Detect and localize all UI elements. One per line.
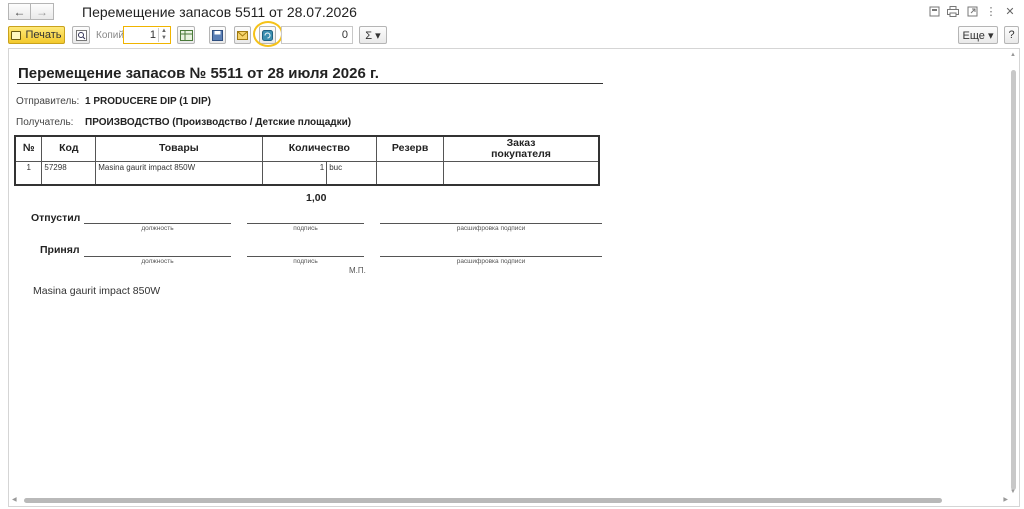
preview-button[interactable] xyxy=(72,26,90,44)
table-settings-button[interactable] xyxy=(177,26,195,44)
recipient-value: ПРОИЗВОДСТВО (Производство / Детские пло… xyxy=(85,117,352,128)
sum-field[interactable]: 0 xyxy=(281,26,353,44)
print-button-label: Печать xyxy=(25,29,62,41)
row-code: 57298 xyxy=(41,160,97,186)
more-vertical-icon[interactable]: ⋮ xyxy=(985,5,997,18)
sender-label: Отправитель: xyxy=(16,96,80,107)
toolbar: Печать Копий 1 ▲ ▼ 0 Σ ▾ Еще ▾ ? xyxy=(0,21,1024,47)
horizontal-scroll-thumb[interactable] xyxy=(24,498,942,503)
row-reserve xyxy=(376,160,444,186)
window-title: Перемещение запасов 5511 от 28.07.2026 xyxy=(82,4,357,20)
nav-group: ← → xyxy=(8,3,54,20)
arrow-left-icon: ← xyxy=(13,4,26,19)
received-decoding-caption: расшифровка подписи xyxy=(456,258,526,265)
sum-mode-button[interactable]: Σ ▾ xyxy=(359,26,387,44)
horizontal-scrollbar[interactable]: ◀ ▶ xyxy=(10,496,1010,505)
back-button[interactable]: ← xyxy=(8,3,31,20)
header-num: № xyxy=(14,135,43,162)
window-controls: ⋮ ✕ xyxy=(928,5,1016,18)
vertical-scroll-thumb[interactable] xyxy=(1011,70,1016,490)
document-viewer[interactable]: Перемещение запасов № 5511 от 28 июля 20… xyxy=(8,48,1020,507)
save-button[interactable] xyxy=(209,26,226,44)
row-customer-order xyxy=(443,160,600,186)
row-unit: buc xyxy=(326,161,376,184)
received-signature-line xyxy=(247,256,364,257)
calculator-icon[interactable] xyxy=(928,5,940,17)
scroll-up-icon[interactable]: ▲ xyxy=(1010,52,1016,58)
header-code: Код xyxy=(41,135,97,162)
header-reserve: Резерв xyxy=(376,135,444,162)
row-num: 1 xyxy=(14,160,43,186)
title-underline xyxy=(17,83,603,84)
highlight-ring xyxy=(253,21,283,47)
stamp-label: М.П. xyxy=(349,266,366,275)
envelope-icon xyxy=(237,30,248,40)
copies-value: 1 xyxy=(149,29,156,41)
floppy-icon xyxy=(212,29,223,41)
more-button[interactable]: Еще ▾ xyxy=(958,26,998,44)
row-quantity: 1 buc xyxy=(261,160,378,186)
released-decoding-caption: расшифровка подписи xyxy=(456,225,526,232)
recipient-label: Получатель: xyxy=(16,117,74,128)
header-quantity: Количество xyxy=(261,135,378,162)
received-position-line xyxy=(84,256,231,257)
table-row[interactable]: 1 57298 Masina gaurit impact 850W 1 buc xyxy=(14,160,600,186)
printer-icon xyxy=(11,30,22,40)
close-icon[interactable]: ✕ xyxy=(1004,5,1016,18)
received-decoding-line xyxy=(380,256,602,257)
link-icon[interactable] xyxy=(966,5,978,17)
header-customer-order: Заказ покупателя xyxy=(443,135,600,162)
released-decoding-line xyxy=(380,223,602,224)
copies-stepper[interactable]: ▲ ▼ xyxy=(158,28,169,42)
header-order-line2: покупателя xyxy=(491,147,551,160)
scroll-right-icon[interactable]: ▶ xyxy=(1003,496,1008,503)
quantity-total: 1,00 xyxy=(306,192,327,204)
help-button[interactable]: ? xyxy=(1004,26,1019,44)
sender-value: 1 PRODUCERE DIP (1 DIP) xyxy=(85,96,211,107)
row-goods: Masina gaurit impact 850W xyxy=(95,160,263,186)
scroll-left-icon[interactable]: ◀ xyxy=(12,496,17,503)
magnifier-icon xyxy=(75,29,87,41)
forward-button[interactable]: → xyxy=(31,3,54,20)
row-qty-value: 1 xyxy=(319,162,325,172)
arrow-right-icon: → xyxy=(36,4,48,19)
copies-input[interactable]: 1 ▲ ▼ xyxy=(123,26,171,44)
sum-value: 0 xyxy=(341,29,348,41)
print-icon[interactable] xyxy=(947,5,959,17)
footer-note: Masina gaurit impact 850W xyxy=(33,285,161,297)
vertical-scrollbar[interactable]: ▲ ▼ xyxy=(1009,50,1018,495)
received-position-caption: должность xyxy=(141,258,174,265)
header-goods: Товары xyxy=(95,135,263,162)
send-email-button[interactable] xyxy=(234,26,251,44)
table-header-row: № Код Товары Количество Резерв Заказ поку… xyxy=(14,135,600,162)
received-label: Принял xyxy=(40,244,80,256)
received-signature-caption: подпись xyxy=(293,258,318,265)
released-signature-line xyxy=(247,223,364,224)
released-label: Отпустил xyxy=(31,212,81,224)
released-position-line xyxy=(84,223,231,224)
print-button[interactable]: Печать xyxy=(8,26,65,44)
title-bar: ← → Перемещение запасов 5511 от 28.07.20… xyxy=(0,0,1024,24)
released-signature-caption: подпись xyxy=(293,225,318,232)
released-position-caption: должность xyxy=(141,225,174,232)
table-icon xyxy=(179,29,193,41)
document-title: Перемещение запасов № 5511 от 28 июля 20… xyxy=(18,65,379,82)
scroll-down-icon[interactable]: ▼ xyxy=(1010,489,1016,495)
goods-table: № Код Товары Количество Резерв Заказ поку… xyxy=(14,135,600,186)
copies-label: Копий xyxy=(96,30,124,41)
